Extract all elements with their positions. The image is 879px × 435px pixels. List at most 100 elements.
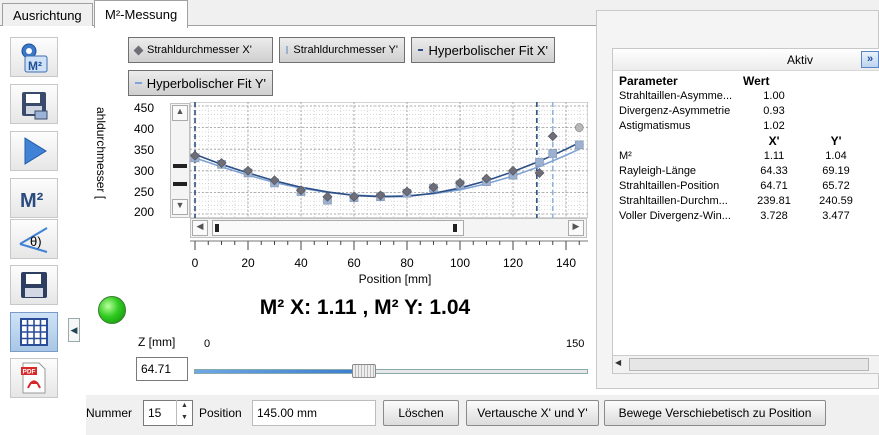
line-marker-icon <box>135 82 142 84</box>
tab-ausrichtung[interactable]: Ausrichtung <box>2 3 93 27</box>
param-value-x: 1.11 <box>763 149 785 162</box>
param-value: 1.00 <box>763 89 785 102</box>
beam-diameter-plot <box>190 102 588 218</box>
x-tick-label: 120 <box>502 256 524 270</box>
grid-scroll-thumb[interactable] <box>629 358 869 371</box>
z-value-field[interactable]: 64.71 <box>136 357 188 381</box>
legend-toggle-fit-x[interactable]: Hyperbolischer Fit X' <box>411 37 555 63</box>
param-name: Voller Divergenz-Win... <box>619 209 731 222</box>
param-value-x: 3.728 <box>760 209 788 222</box>
x-tick-label: 20 <box>241 256 255 270</box>
m2-settings-icon: M² <box>21 43 48 73</box>
z-slider-thumb[interactable] <box>352 364 376 378</box>
param-value: 1.02 <box>763 119 785 132</box>
expand-columns-icon[interactable]: » <box>861 51 879 68</box>
save-data-icon <box>22 92 48 120</box>
spin-down-icon[interactable]: ▼ <box>177 412 192 424</box>
x-tick-label: 40 <box>294 256 308 270</box>
grid-horizontal-scrollbar[interactable]: ◀ <box>613 355 879 373</box>
x-range-handle-left[interactable] <box>215 224 219 232</box>
legend-label-series-x: Strahldurchmesser X' <box>147 44 252 56</box>
move-stage-button[interactable]: Bewege Verschiebetisch zu Position <box>604 400 826 426</box>
scroll-up-arrow-icon[interactable]: ▲ <box>172 105 188 121</box>
param-value-y: 65.72 <box>822 179 850 192</box>
y-range-handle-top[interactable] <box>173 164 187 168</box>
legend-toggle-series-x[interactable]: Strahldurchmesser X' <box>128 37 273 63</box>
nummer-label: Nummer <box>86 406 133 420</box>
spin-up-icon[interactable]: ▲ <box>177 400 192 412</box>
x-range-thumb[interactable] <box>212 220 464 236</box>
save-data-button[interactable] <box>10 84 58 124</box>
parameter-column-header: Parameter <box>619 73 678 88</box>
table-row: Rayleigh-Länge 64.33 69.19 <box>619 163 867 178</box>
aktiv-header: Aktiv <box>786 53 813 67</box>
z-slider-max-label: 150 <box>566 338 585 350</box>
y-tick-label: 300 <box>133 164 154 178</box>
series-y-point <box>548 149 558 158</box>
grid-table-icon <box>20 318 48 346</box>
y-axis-title: ahldurchmesser [ <box>94 107 108 200</box>
grid-header: Aktiv » <box>613 49 879 71</box>
m2-settings-button[interactable]: M² <box>10 37 58 77</box>
svg-text:M²: M² <box>28 59 42 73</box>
save-button[interactable] <box>10 265 58 305</box>
table-row: Astigmatismus 1.02 <box>619 118 867 133</box>
legend-label-series-y: Strahldurchmesser Y' <box>293 44 398 56</box>
divergence-theta-icon: θ) <box>19 227 48 253</box>
legend-label-fit-x: Hyperbolischer Fit X' <box>428 42 548 58</box>
param-name: Divergenz-Asymmetrie <box>619 104 731 117</box>
y-tick-label: 400 <box>133 122 154 136</box>
position-field[interactable]: 145.00 mm <box>252 400 376 426</box>
x-tick-label: 140 <box>555 256 577 270</box>
table-row: Divergenz-Asymmetrie 0.93 <box>619 103 867 118</box>
svg-text:M²: M² <box>20 190 44 212</box>
m2-icon: M² <box>20 190 44 212</box>
param-value-y: 3.477 <box>822 209 850 222</box>
y-tick-label: 200 <box>133 205 154 219</box>
pdf-export-button[interactable]: PDF <box>10 358 58 398</box>
nummer-spinner[interactable]: ▲ ▼ <box>176 400 192 426</box>
swap-xy-button[interactable]: Vertausche X' und Y' <box>466 400 599 426</box>
collapse-sidebar-button[interactable]: ◀ <box>68 318 80 342</box>
y-range-handle-bottom[interactable] <box>173 182 187 186</box>
svg-text:PDF: PDF <box>23 369 36 376</box>
m2-mode-button[interactable]: M² <box>10 178 58 218</box>
delete-button[interactable]: Löschen <box>383 400 459 426</box>
scroll-left-arrow-icon[interactable]: ◀ <box>615 358 627 371</box>
diamond-marker-icon <box>133 45 144 55</box>
table-row: Voller Divergenz-Win... 3.728 3.477 <box>619 208 867 223</box>
legend-toggle-series-y[interactable]: Strahldurchmesser Y' <box>279 37 405 63</box>
scroll-right-arrow-icon[interactable]: ▶ <box>568 220 584 236</box>
param-name: Strahltaillen-Asymme... <box>619 89 733 102</box>
play-icon <box>24 137 47 165</box>
table-header-row: Parameter Wert <box>619 73 867 88</box>
y-column-header: Y' <box>830 133 842 148</box>
legend-toggle-fit-y[interactable]: Hyperbolischer Fit Y' <box>128 70 273 96</box>
y-tick-label: 450 <box>133 101 154 115</box>
position-label: Position <box>199 406 242 420</box>
param-value-x: 64.71 <box>760 179 788 192</box>
y-axis-title-container: ahldurchmesser [ <box>88 105 112 215</box>
status-led-icon <box>98 296 126 324</box>
x-column-header: X' <box>768 133 780 148</box>
table-view-button[interactable] <box>10 312 58 352</box>
y-range-scrollbar[interactable]: ▲ ▼ <box>170 103 190 218</box>
x-range-handle-right[interactable] <box>453 224 457 232</box>
scroll-left-arrow-icon[interactable]: ◀ <box>192 220 208 236</box>
save-icon <box>21 272 47 298</box>
pdf-icon: PDF <box>21 362 46 394</box>
z-slider-track[interactable] <box>194 369 588 374</box>
table-row: Strahltaillen-Position 64.71 65.72 <box>619 178 867 193</box>
param-value-y: 69.19 <box>822 164 850 177</box>
legend-label-fit-y: Hyperbolischer Fit Y' <box>146 75 266 91</box>
divergence-button[interactable]: θ) <box>10 219 58 259</box>
param-name: M² <box>619 149 632 162</box>
tab-m2-messung[interactable]: M²-Messung <box>94 0 189 28</box>
start-measurement-button[interactable] <box>10 131 58 171</box>
table-row: M² 1.11 1.04 <box>619 148 867 163</box>
x-range-scrollbar[interactable]: ◀ ▶ <box>190 218 587 238</box>
scroll-down-arrow-icon[interactable]: ▼ <box>172 199 188 215</box>
y-tick-label: 350 <box>133 143 154 157</box>
x-axis-ticks <box>190 240 588 250</box>
z-slider-min-label: 0 <box>204 338 211 350</box>
